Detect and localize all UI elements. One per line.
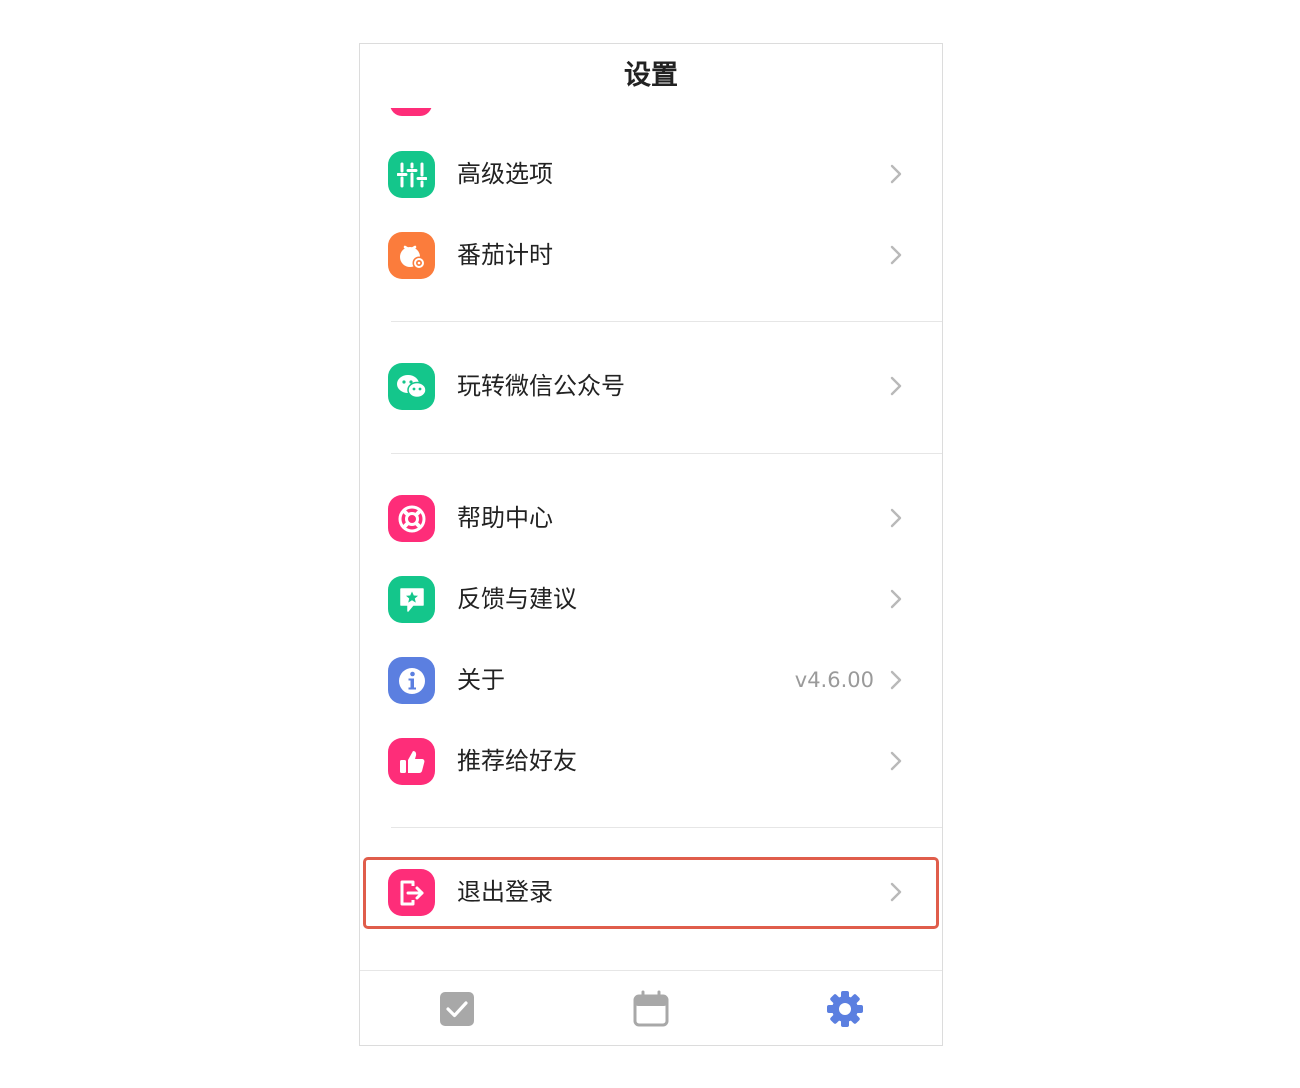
settings-item-label: 关于 [457, 666, 505, 694]
chevron-right-icon [890, 882, 902, 902]
tab-calendar[interactable] [554, 971, 748, 1045]
calendar-icon [633, 990, 669, 1026]
wechat-icon [388, 363, 435, 410]
settings-item-label: 反馈与建议 [457, 585, 577, 613]
settings-item-label: 帮助中心 [457, 504, 553, 532]
settings-item-label: 玩转微信公众号 [457, 372, 625, 400]
section-divider [391, 321, 942, 322]
thumbs-up-icon [388, 738, 435, 785]
chevron-right-icon [890, 164, 902, 184]
page-title: 设置 [360, 44, 942, 108]
logout-icon [388, 869, 435, 916]
chevron-right-icon [890, 508, 902, 528]
feedback-icon [388, 576, 435, 623]
settings-item-wechat[interactable]: 玩转微信公众号 [360, 346, 942, 426]
settings-item-label: 番茄计时 [457, 241, 553, 269]
sliders-icon [388, 151, 435, 198]
tomato-timer-icon [388, 232, 435, 279]
bottom-tab-bar [360, 970, 942, 1045]
gear-icon [827, 990, 863, 1027]
chevron-right-icon [890, 376, 902, 396]
checkbox-icon [440, 991, 474, 1026]
tab-settings[interactable] [748, 971, 942, 1045]
settings-item-label: 推荐给好友 [457, 747, 577, 775]
tab-tasks[interactable] [360, 971, 554, 1045]
settings-item-pomodoro[interactable]: 番茄计时 [360, 215, 942, 295]
settings-item-help-center[interactable]: 帮助中心 [360, 478, 942, 558]
settings-item-feedback[interactable]: 反馈与建议 [360, 559, 942, 639]
logout-button[interactable]: 退出登录 [360, 852, 942, 932]
settings-screen: 设置 高级选项 番茄计时 玩转微信公众号 帮助中心 反馈与建议 关于 v4.6.… [359, 43, 943, 1046]
app-version: v4.6.00 [794, 668, 874, 692]
section-divider [391, 453, 942, 454]
chevron-right-icon [890, 670, 902, 690]
settings-item-advanced[interactable]: 高级选项 [360, 134, 942, 214]
chevron-right-icon [890, 245, 902, 265]
settings-item-label: 退出登录 [457, 878, 553, 906]
settings-item-about[interactable]: 关于 v4.6.00 [360, 640, 942, 720]
settings-item-label: 高级选项 [457, 160, 553, 188]
chevron-right-icon [890, 751, 902, 771]
info-icon [388, 657, 435, 704]
section-divider [391, 827, 942, 828]
lifebuoy-icon [388, 495, 435, 542]
settings-item-recommend[interactable]: 推荐给好友 [360, 721, 942, 801]
chevron-right-icon [890, 589, 902, 609]
